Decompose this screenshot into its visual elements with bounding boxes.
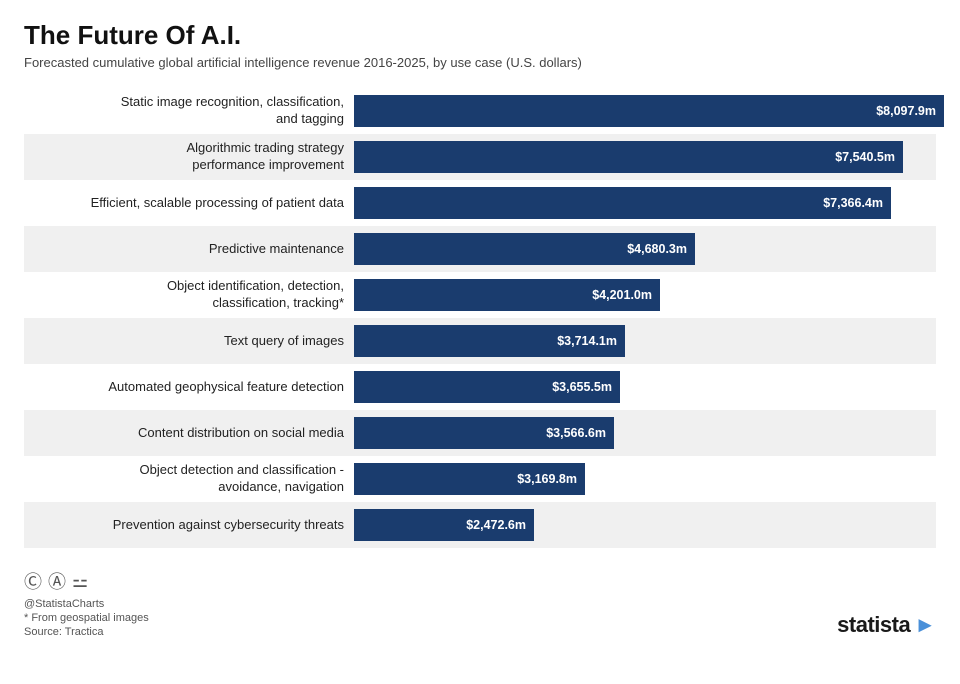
chart-wrapper: Static image recognition, classification… [24,88,936,548]
person-icon: Ⓐ [48,568,66,594]
bar-container: $3,566.6m [354,417,936,449]
statista-brand: statista [837,612,910,638]
statista-logo: statista ► [837,612,936,638]
row-label: Prevention against cybersecurity threats [24,517,354,534]
bar-value: $2,472.6m [466,518,526,532]
chart-row: Text query of images $3,714.1m [24,318,936,364]
row-label: Text query of images [24,333,354,350]
row-label: Algorithmic trading strategyperformance … [24,140,354,174]
infographic-container: The Future Of A.I. Forecasted cumulative… [0,0,960,654]
bar-value: $3,655.5m [552,380,612,394]
footer-icons: Ⓒ Ⓐ ⚍ [24,568,149,594]
chart-row: Automated geophysical feature detection $… [24,364,936,410]
bar-value: $8,097.9m [876,104,936,118]
bar-container: $3,655.5m [354,371,936,403]
statista-arrow-icon: ► [914,612,936,638]
bar-value: $3,714.1m [557,334,617,348]
row-label: Object detection and classification -avo… [24,462,354,496]
bar-value: $4,680.3m [627,242,687,256]
footer-handle: @StatistaCharts [24,598,149,610]
bar-container: $7,366.4m [354,187,936,219]
bar-value: $3,169.8m [517,472,577,486]
bar-value: $4,201.0m [592,288,652,302]
bar: $7,366.4m [354,187,891,219]
bar-container: $4,680.3m [354,233,936,265]
bar: $3,566.6m [354,417,614,449]
row-label: Automated geophysical feature detection [24,379,354,396]
footer-source: Source: Tractica [24,626,149,638]
bar: $8,097.9m [354,95,944,127]
chart-row: Prevention against cybersecurity threats… [24,502,936,548]
bar: $4,201.0m [354,279,660,311]
row-label: Predictive maintenance [24,241,354,258]
chart-row: Algorithmic trading strategyperformance … [24,134,936,180]
chart-row: Efficient, scalable processing of patien… [24,180,936,226]
row-label: Content distribution on social media [24,425,354,442]
footer-left: Ⓒ Ⓐ ⚍ @StatistaCharts * From geospatial … [24,568,149,638]
chart-row: Object detection and classification -avo… [24,456,936,502]
bar-value: $3,566.6m [546,426,606,440]
row-label: Object identification, detection,classif… [24,278,354,312]
bar: $7,540.5m [354,141,903,173]
bar-container: $2,472.6m [354,509,936,541]
chart-subtitle: Forecasted cumulative global artificial … [24,55,936,70]
row-label: Efficient, scalable processing of patien… [24,195,354,212]
bar: $3,714.1m [354,325,625,357]
bar-container: $8,097.9m [354,95,944,127]
bar: $3,169.8m [354,463,585,495]
bar: $2,472.6m [354,509,534,541]
row-label: Static image recognition, classification… [24,94,354,128]
bar-container: $4,201.0m [354,279,936,311]
chart-row: Object identification, detection,classif… [24,272,936,318]
chart-row: Content distribution on social media $3,5… [24,410,936,456]
equals-icon: ⚍ [72,571,88,592]
footer: Ⓒ Ⓐ ⚍ @StatistaCharts * From geospatial … [24,562,936,638]
cc-icon: Ⓒ [24,568,42,594]
bar: $3,655.5m [354,371,620,403]
bar-value: $7,540.5m [835,150,895,164]
chart-area: Static image recognition, classification… [24,88,936,548]
bar-value: $7,366.4m [823,196,883,210]
bar-container: $7,540.5m [354,141,936,173]
bar: $4,680.3m [354,233,695,265]
bar-container: $3,714.1m [354,325,936,357]
chart-title: The Future Of A.I. [24,20,936,51]
chart-row: Predictive maintenance $4,680.3m [24,226,936,272]
bar-container: $3,169.8m [354,463,936,495]
chart-row: Static image recognition, classification… [24,88,936,134]
footer-note: * From geospatial images [24,612,149,624]
